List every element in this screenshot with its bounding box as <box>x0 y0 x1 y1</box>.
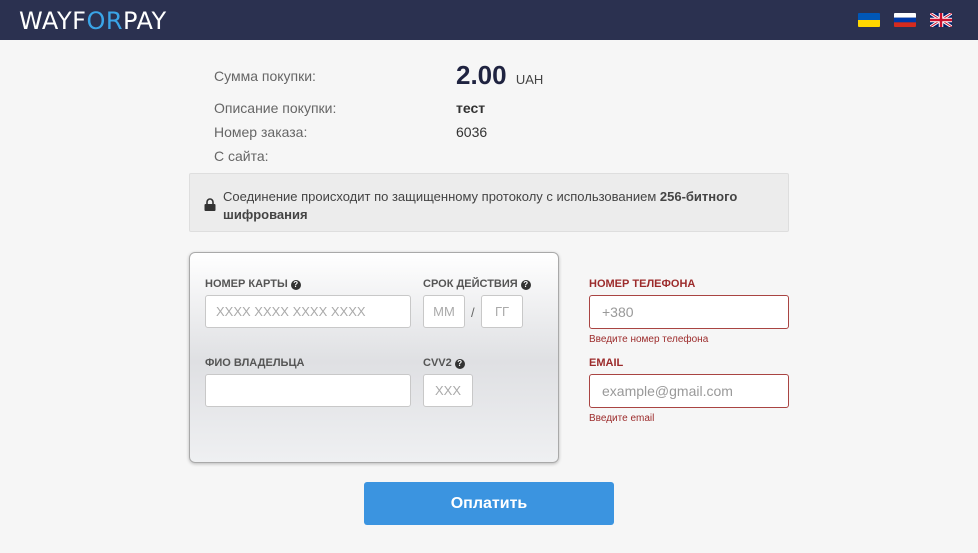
question-circle-icon[interactable]: ? <box>520 280 531 290</box>
header-bar: WAYFORPAY <box>0 0 978 40</box>
security-notice: Соединение происходит по защищенному про… <box>189 173 789 232</box>
order-value: 6036 <box>456 124 488 140</box>
phone-error: Введите номер телефона <box>589 334 709 345</box>
amount-value: 2.00 UAH <box>456 60 543 91</box>
cardholder-name-input[interactable] <box>205 374 411 407</box>
expiry-month-input[interactable] <box>423 295 465 328</box>
email-input[interactable] <box>589 374 789 408</box>
question-circle-icon[interactable]: ? <box>290 280 301 290</box>
phone-label: НОМЕР ТЕЛЕФОНА <box>589 278 696 290</box>
lock-icon <box>204 198 216 211</box>
security-text: Соединение происходит по защищенному про… <box>223 188 773 224</box>
description-row: Описание покупки: тест <box>214 100 734 124</box>
expiry-label-text: СРОК ДЕЙСТВИЯ <box>423 278 518 290</box>
ukraine-flag-icon[interactable] <box>858 13 880 27</box>
logo-text-start: WAYF <box>19 7 87 35</box>
card-form: НОМЕР КАРТЫ? СРОК ДЕЙСТВИЯ? / ФИО ВЛАДЕЛ… <box>189 252 559 463</box>
amount-number: 2.00 <box>456 60 507 90</box>
currency-label: UAH <box>515 72 544 87</box>
card-number-input[interactable] <box>205 295 411 328</box>
email-label: EMAIL <box>589 357 624 369</box>
description-label: Описание покупки: <box>214 100 337 116</box>
language-switcher <box>858 13 952 27</box>
phone-input[interactable] <box>589 295 789 329</box>
expiry-label: СРОК ДЕЙСТВИЯ? <box>423 278 531 290</box>
order-row: Номер заказа: 6036 <box>214 124 734 148</box>
amount-label: Сумма покупки: <box>214 68 316 84</box>
wayforpay-logo[interactable]: WAYFORPAY <box>19 8 167 34</box>
purchase-summary: Сумма покупки: 2.00 UAH Описание покупки… <box>214 60 734 172</box>
card-number-label-text: НОМЕР КАРТЫ <box>205 278 288 290</box>
card-number-label: НОМЕР КАРТЫ? <box>205 278 301 290</box>
expiry-year-input[interactable] <box>481 295 523 328</box>
email-error: Введите email <box>589 413 655 424</box>
uk-flag-icon[interactable] <box>930 13 952 27</box>
russia-flag-icon[interactable] <box>894 13 916 27</box>
question-circle-icon[interactable]: ? <box>454 359 465 369</box>
logo-text-accent: OR <box>86 7 124 35</box>
cvv-label: CVV2? <box>423 357 465 369</box>
cvv-input[interactable] <box>423 374 473 407</box>
pay-button[interactable]: Оплатить <box>364 482 614 525</box>
expiry-separator: / <box>471 305 475 320</box>
holder-label: ФИО ВЛАДЕЛЬЦА <box>205 357 305 369</box>
cvv-label-text: CVV2 <box>423 357 452 369</box>
security-text-regular: Соединение происходит по защищенному про… <box>223 189 660 204</box>
site-label: С сайта: <box>214 148 269 164</box>
order-label: Номер заказа: <box>214 124 308 140</box>
amount-row: Сумма покупки: 2.00 UAH <box>214 60 734 100</box>
description-value: тест <box>456 100 486 116</box>
site-row: С сайта: <box>214 148 734 172</box>
logo-text-end: PAY <box>123 7 167 35</box>
